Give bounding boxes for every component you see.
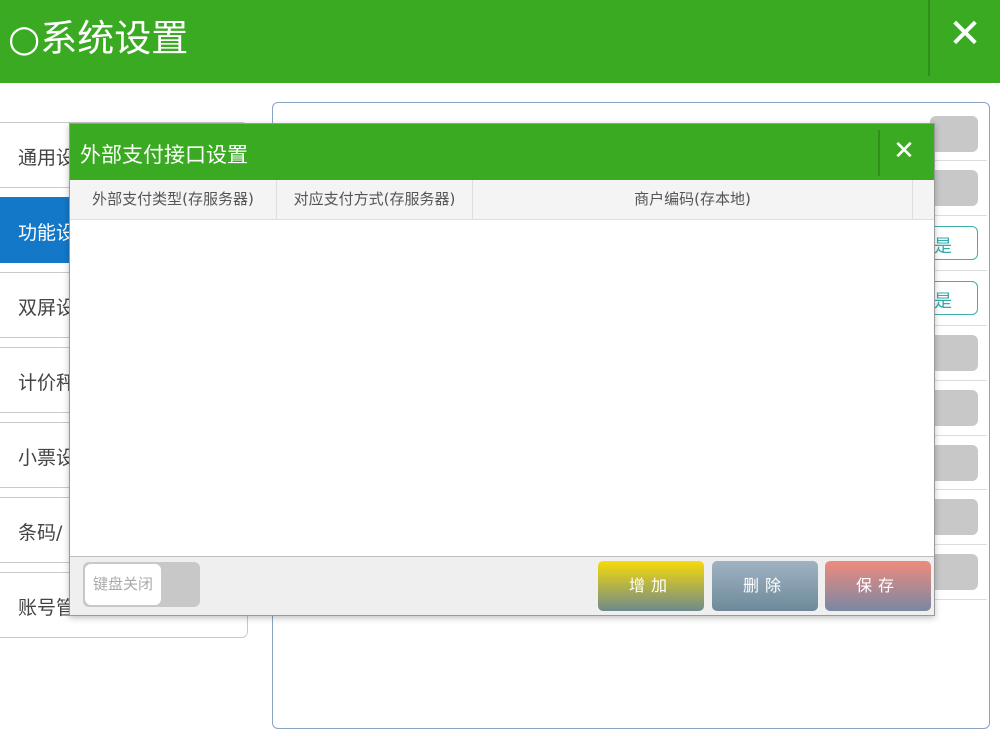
row-divider [935, 435, 987, 436]
keyboard-toggle-label: 键盘关闭 [85, 564, 161, 605]
nav-item-label: 功能设 [18, 222, 76, 244]
row-divider [935, 544, 987, 545]
dialog-header: 外部支付接口设置 ✕ [70, 124, 934, 180]
add-button[interactable]: 增加 [598, 561, 704, 611]
setting-toggle[interactable] [930, 554, 978, 590]
row-divider [935, 489, 987, 490]
save-button[interactable]: 保存 [825, 561, 931, 611]
keyboard-toggle[interactable]: 键盘关闭 [83, 562, 200, 607]
nav-item-label: 条码/ [18, 522, 63, 544]
row-divider [935, 270, 987, 271]
dialog-close-icon[interactable]: ✕ [890, 135, 918, 167]
nav-item-label: 小票设 [18, 447, 76, 469]
payment-interface-dialog: 外部支付接口设置 ✕ 外部支付类型(存服务器) 对应支付方式(存服务器) 商户编… [69, 123, 935, 616]
yes-label: 是 [934, 236, 952, 257]
window-title: ○系统设置 [8, 17, 189, 60]
table-body [70, 220, 934, 556]
yes-label: 是 [934, 291, 952, 312]
title-divider [928, 0, 930, 76]
column-header-payment-method[interactable]: 对应支付方式(存服务器) [277, 180, 473, 219]
column-header-merchant-code[interactable]: 商户编码(存本地) [473, 180, 913, 219]
setting-toggle[interactable] [930, 390, 978, 426]
window-close-icon[interactable]: ✕ [945, 14, 985, 54]
nav-item-label: 计价秤 [18, 372, 76, 394]
setting-toggle[interactable] [930, 499, 978, 535]
setting-toggle[interactable] [930, 170, 978, 206]
dialog-header-divider [878, 130, 880, 176]
row-divider [935, 160, 987, 161]
dialog-footer: 键盘关闭 增加 删除 保存 [70, 556, 934, 615]
nav-item-label: 账号管 [18, 597, 76, 619]
row-divider [935, 325, 987, 326]
nav-item-label: 通用设 [18, 147, 76, 169]
dialog-title: 外部支付接口设置 [80, 143, 248, 167]
setting-toggle[interactable] [930, 445, 978, 481]
row-divider [935, 380, 987, 381]
table-header: 外部支付类型(存服务器) 对应支付方式(存服务器) 商户编码(存本地) [70, 180, 934, 220]
title-bar: ○系统设置 ✕ [0, 0, 1000, 83]
setting-toggle[interactable] [930, 116, 978, 152]
nav-item-label: 双屏设 [18, 297, 76, 319]
row-divider [935, 599, 987, 600]
delete-button[interactable]: 删除 [712, 561, 818, 611]
row-divider [935, 215, 987, 216]
setting-toggle[interactable] [930, 335, 978, 371]
column-header-payment-type[interactable]: 外部支付类型(存服务器) [70, 180, 277, 219]
